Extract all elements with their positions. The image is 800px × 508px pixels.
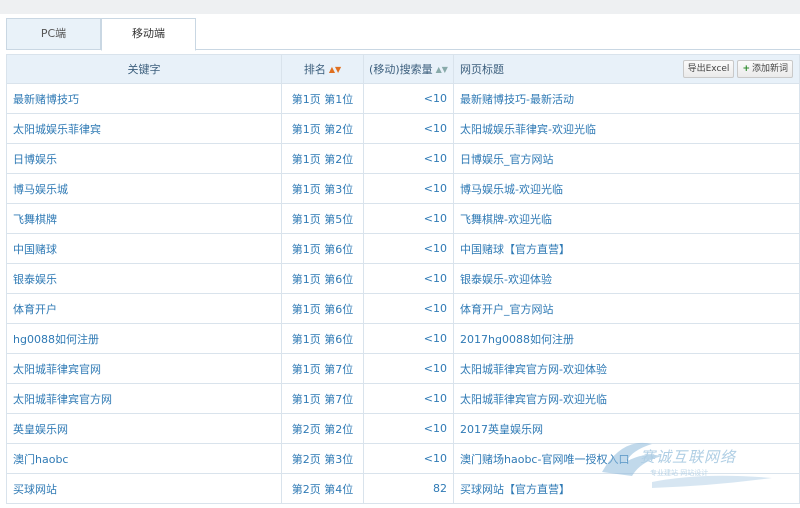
volume-cell: <10: [363, 353, 454, 384]
rank-cell[interactable]: 第1页 第6位: [281, 293, 364, 324]
rank-cell[interactable]: 第1页 第7位: [281, 383, 364, 414]
title-cell[interactable]: 买球网站【官方直营】: [453, 473, 800, 504]
table-row: 最新赌博技巧 第1页 第1位 <10 最新赌博技巧-最新活动: [6, 83, 800, 114]
title-cell[interactable]: 博马娱乐城-欢迎光临: [453, 173, 800, 204]
column-header-keyword-label: 关键字: [127, 63, 161, 76]
title-cell[interactable]: 2017hg0088如何注册: [453, 323, 800, 354]
keyword-cell[interactable]: 博马娱乐城: [6, 173, 282, 204]
title-cell[interactable]: 最新赌博技巧-最新活动: [453, 83, 800, 114]
keyword-cell[interactable]: 太阳城菲律宾官方网: [6, 383, 282, 414]
table-row: 澳门haobc 第2页 第3位 <10 澳门赌场haobc-官网唯一授权入口: [6, 443, 800, 474]
title-cell[interactable]: 太阳城菲律宾官方网-欢迎体验: [453, 353, 800, 384]
volume-cell: <10: [363, 143, 454, 174]
export-excel-button[interactable]: 导出Excel: [682, 60, 735, 78]
volume-cell: <10: [363, 383, 454, 414]
volume-cell: <10: [363, 83, 454, 114]
table-row: 买球网站 第2页 第4位 82 买球网站【官方直营】: [6, 473, 800, 504]
volume-cell: <10: [363, 203, 454, 234]
header-actions: 导出Excel + 添加新词: [680, 60, 793, 79]
volume-cell: <10: [363, 413, 454, 444]
keyword-cell[interactable]: hg0088如何注册: [6, 323, 282, 354]
column-header-title: 网页标题 导出Excel + 添加新词: [453, 54, 800, 84]
keyword-cell[interactable]: 澳门haobc: [6, 443, 282, 474]
table-row: 中国赌球 第1页 第6位 <10 中国赌球【官方直营】: [6, 233, 800, 264]
keyword-ranking-table: 关键字 排名 ▲▼ (移动)搜索量 ▲▼ 网页标题 导出Excel + 添加新词 最新赌…: [6, 54, 800, 504]
table-row: 太阳城菲律宾官方网 第1页 第7位 <10 太阳城菲律宾官方网-欢迎光临: [6, 383, 800, 414]
table-row: 博马娱乐城 第1页 第3位 <10 博马娱乐城-欢迎光临: [6, 173, 800, 204]
keyword-cell[interactable]: 英皇娱乐网: [6, 413, 282, 444]
export-excel-label: 导出Excel: [687, 64, 730, 74]
rank-cell[interactable]: 第1页 第6位: [281, 263, 364, 294]
tab-mobile[interactable]: 移动端: [101, 18, 196, 51]
keyword-cell[interactable]: 体育开户: [6, 293, 282, 324]
keyword-cell[interactable]: 中国赌球: [6, 233, 282, 264]
keyword-cell[interactable]: 太阳城菲律宾官网: [6, 353, 282, 384]
rank-cell[interactable]: 第1页 第6位: [281, 323, 364, 354]
rank-cell[interactable]: 第1页 第6位: [281, 233, 364, 264]
tab-bar: PC端 移动端: [6, 18, 800, 51]
title-cell[interactable]: 太阳城菲律宾官方网-欢迎光临: [453, 383, 800, 414]
title-cell[interactable]: 澳门赌场haobc-官网唯一授权入口: [453, 443, 800, 474]
volume-cell: <10: [363, 113, 454, 144]
keyword-cell[interactable]: 银泰娱乐: [6, 263, 282, 294]
volume-cell: <10: [363, 173, 454, 204]
rank-cell[interactable]: 第1页 第2位: [281, 113, 364, 144]
rank-cell[interactable]: 第2页 第4位: [281, 473, 364, 504]
title-cell[interactable]: 飞舞棋牌-欢迎光临: [453, 203, 800, 234]
keyword-cell[interactable]: 最新赌博技巧: [6, 83, 282, 114]
title-cell[interactable]: 日博娱乐_官方网站: [453, 143, 800, 174]
table-row: 银泰娱乐 第1页 第6位 <10 银泰娱乐-欢迎体验: [6, 263, 800, 294]
volume-cell: <10: [363, 233, 454, 264]
table-row: 太阳城菲律宾官网 第1页 第7位 <10 太阳城菲律宾官方网-欢迎体验: [6, 353, 800, 384]
title-cell[interactable]: 2017英皇娱乐网: [453, 413, 800, 444]
rank-cell[interactable]: 第1页 第3位: [281, 173, 364, 204]
column-header-rank[interactable]: 排名 ▲▼: [281, 54, 364, 84]
column-header-title-label: 网页标题: [460, 63, 504, 76]
table-header-row: 关键字 排名 ▲▼ (移动)搜索量 ▲▼ 网页标题 导出Excel + 添加新词: [6, 54, 800, 84]
keyword-cell[interactable]: 日博娱乐: [6, 143, 282, 174]
rank-cell[interactable]: 第1页 第2位: [281, 143, 364, 174]
column-header-volume-label: (移动)搜索量: [369, 63, 433, 76]
top-strip: [0, 0, 800, 14]
rank-cell[interactable]: 第1页 第5位: [281, 203, 364, 234]
add-keyword-button[interactable]: + 添加新词: [737, 60, 793, 78]
volume-cell: <10: [363, 263, 454, 294]
keyword-cell[interactable]: 飞舞棋牌: [6, 203, 282, 234]
table-row: 太阳城娱乐菲律宾 第1页 第2位 <10 太阳城娱乐菲律宾-欢迎光临: [6, 113, 800, 144]
table-row: 飞舞棋牌 第1页 第5位 <10 飞舞棋牌-欢迎光临: [6, 203, 800, 234]
table-row: 日博娱乐 第1页 第2位 <10 日博娱乐_官方网站: [6, 143, 800, 174]
volume-cell: <10: [363, 443, 454, 474]
title-cell[interactable]: 体育开户_官方网站: [453, 293, 800, 324]
rank-cell[interactable]: 第1页 第1位: [281, 83, 364, 114]
add-keyword-label: 添加新词: [751, 64, 788, 74]
rank-cell[interactable]: 第1页 第7位: [281, 353, 364, 384]
table-row: 体育开户 第1页 第6位 <10 体育开户_官方网站: [6, 293, 800, 324]
title-cell[interactable]: 中国赌球【官方直营】: [453, 233, 800, 264]
sort-icon[interactable]: ▲▼: [329, 65, 341, 74]
column-header-keyword: 关键字: [6, 54, 282, 84]
column-header-volume[interactable]: (移动)搜索量 ▲▼: [363, 54, 454, 84]
sort-icon[interactable]: ▲▼: [436, 65, 448, 74]
volume-cell: <10: [363, 293, 454, 324]
volume-cell: 82: [363, 473, 454, 504]
rank-cell[interactable]: 第2页 第3位: [281, 443, 364, 474]
volume-cell: <10: [363, 323, 454, 354]
rank-cell[interactable]: 第2页 第2位: [281, 413, 364, 444]
title-cell[interactable]: 银泰娱乐-欢迎体验: [453, 263, 800, 294]
column-header-rank-label: 排名: [303, 63, 326, 76]
keyword-cell[interactable]: 买球网站: [6, 473, 282, 504]
keyword-cell[interactable]: 太阳城娱乐菲律宾: [6, 113, 282, 144]
table-row: 英皇娱乐网 第2页 第2位 <10 2017英皇娱乐网: [6, 413, 800, 444]
tab-pc[interactable]: PC端: [6, 18, 101, 50]
title-cell[interactable]: 太阳城娱乐菲律宾-欢迎光临: [453, 113, 800, 144]
plus-icon: +: [742, 64, 750, 74]
table-row: hg0088如何注册 第1页 第6位 <10 2017hg0088如何注册: [6, 323, 800, 354]
